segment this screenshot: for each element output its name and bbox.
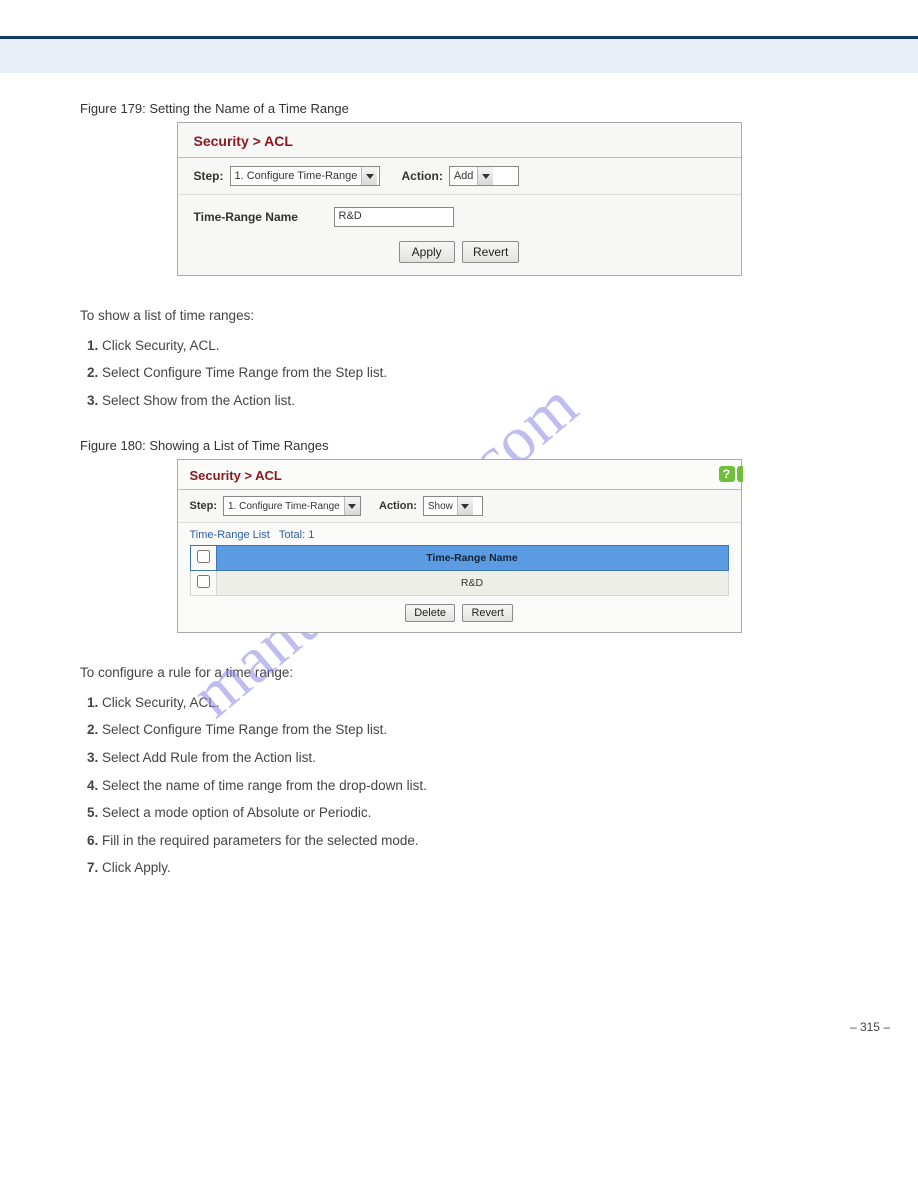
table-row: R&D (190, 571, 728, 596)
instr2-step: Select the name of time range from the d… (102, 778, 427, 793)
row-select-cell (190, 571, 216, 596)
instr1-step: Select Show from the Action list. (102, 393, 295, 408)
figure1-button-row: Apply Revert (178, 233, 741, 275)
chevron-down-icon (477, 167, 493, 185)
row-name-cell: R&D (216, 571, 728, 596)
step-select[interactable]: 1. Configure Time-Range (230, 166, 380, 186)
chevron-down-icon (457, 497, 473, 515)
figure1-form-row: Time-Range Name R&D (178, 195, 741, 233)
select-all-checkbox[interactable] (197, 550, 210, 563)
revert-button[interactable]: Revert (462, 241, 519, 263)
time-range-table: Time-Range Name R&D (190, 545, 729, 596)
instr2-step: Fill in the required parameters for the … (102, 833, 419, 848)
step-label: Step: (190, 500, 218, 512)
help-icon[interactable]: ? (719, 466, 735, 482)
figure1-panel: Security > ACL Step: 1. Configure Time-R… (177, 122, 742, 276)
column-header-name: Time-Range Name (216, 546, 728, 571)
header-band (0, 39, 918, 73)
step-label: Step: (194, 169, 224, 183)
step-select-value: 1. Configure Time-Range (228, 501, 344, 512)
time-range-name-input[interactable]: R&D (334, 207, 454, 227)
figure2-control-row: Step: 1. Configure Time-Range Action: Sh… (178, 490, 741, 523)
help-icon[interactable] (737, 466, 743, 482)
instr2-step: Click Apply. (102, 860, 171, 875)
delete-button[interactable]: Delete (405, 604, 455, 622)
instr2-heading: To configure a rule for a time range: (80, 663, 838, 683)
instr2-step: Click Security, ACL. (102, 695, 220, 710)
step-select-value: 1. Configure Time-Range (235, 170, 362, 182)
list-caption-text: Time-Range List (190, 529, 270, 541)
action-select-value: Add (454, 170, 478, 182)
figure1-title: Security > ACL (178, 123, 741, 158)
list-total-label: Total: (279, 529, 305, 541)
page-number: – 315 – (0, 998, 918, 1052)
list-total-value: 1 (308, 529, 314, 541)
instr1-step: Select Configure Time Range from the Ste… (102, 365, 387, 380)
instr2-step: Select a mode option of Absolute or Peri… (102, 805, 371, 820)
figure1-label: Figure 179: Setting the Name of a Time R… (80, 101, 838, 116)
action-select[interactable]: Show (423, 496, 483, 516)
row-checkbox[interactable] (197, 575, 210, 588)
figure2-label: Figure 180: Showing a List of Time Range… (80, 438, 838, 453)
apply-button[interactable]: Apply (399, 241, 455, 263)
time-range-list-caption: Time-Range List Total: 1 (178, 523, 741, 545)
instr2-step: Select Add Rule from the Action list. (102, 750, 316, 765)
select-all-header (190, 546, 216, 571)
figure2-button-row: Delete Revert (178, 596, 741, 632)
instructions-show-list: To show a list of time ranges: Click Sec… (80, 306, 838, 410)
time-range-name-label: Time-Range Name (194, 210, 314, 224)
action-select-value: Show (428, 501, 457, 512)
action-label: Action: (379, 500, 417, 512)
help-badges: ? (719, 466, 743, 482)
figure2-title: Security > ACL (178, 460, 741, 490)
revert-button[interactable]: Revert (462, 604, 512, 622)
page-body: manualshive.com Figure 179: Setting the … (0, 101, 918, 998)
chevron-down-icon (361, 167, 377, 185)
chevron-down-icon (344, 497, 360, 515)
figure1-control-row: Step: 1. Configure Time-Range Action: Ad… (178, 158, 741, 195)
action-label: Action: (402, 169, 443, 183)
instr1-heading: To show a list of time ranges: (80, 306, 838, 326)
action-select[interactable]: Add (449, 166, 519, 186)
figure2-panel: Security > ACL ? Step: 1. Configure Time… (177, 459, 742, 633)
instructions-configure-rule: To configure a rule for a time range: Cl… (80, 663, 838, 878)
instr1-step: Click Security, ACL. (102, 338, 220, 353)
instr2-step: Select Configure Time Range from the Ste… (102, 722, 387, 737)
step-select[interactable]: 1. Configure Time-Range (223, 496, 361, 516)
